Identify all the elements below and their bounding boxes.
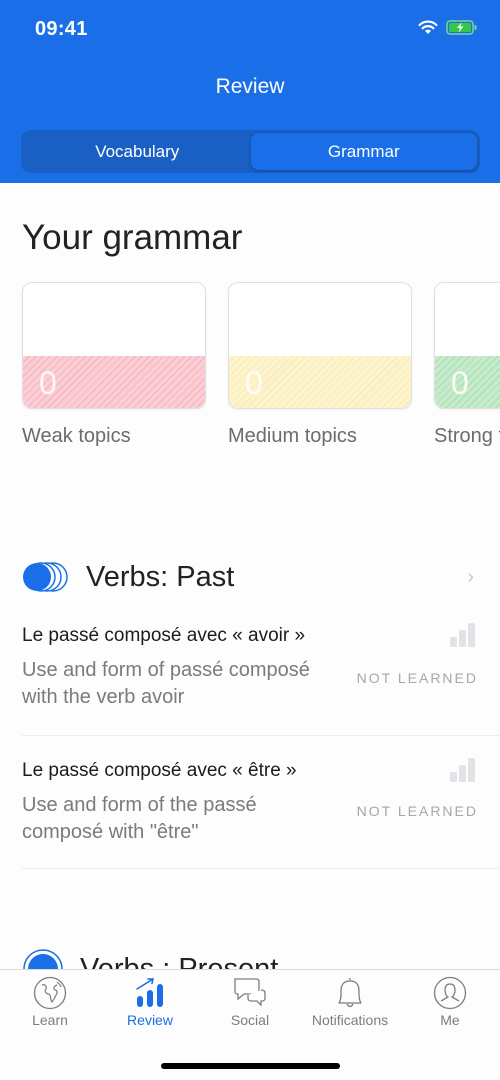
weak-label: Weak topics [22, 425, 131, 447]
strong-card-box: 0 [434, 282, 500, 409]
progress-circles-icon [23, 562, 68, 592]
globe-icon [33, 976, 67, 1010]
status-icons [418, 20, 478, 35]
page-title: Review [215, 75, 285, 98]
strong-label: Strong topics [434, 425, 500, 447]
strength-bars-icon [450, 623, 475, 647]
user-icon [433, 976, 467, 1010]
tab-social[interactable]: Social [200, 976, 300, 1028]
medium-card-box: 0 [228, 282, 412, 409]
lesson-description: Use and form of the passé composé with "… [22, 794, 257, 843]
strength-card-strong[interactable]: 0 Strong topics [434, 282, 500, 448]
status-time: 09:41 [35, 18, 88, 40]
strength-cards: 0 Weak topics 0 Medium topics 0 Strong t… [22, 282, 500, 448]
home-indicator [161, 1063, 340, 1069]
tab-label: Notifications [311, 1012, 389, 1028]
tab-me[interactable]: Me [400, 976, 500, 1028]
header: 09:41 Review Vocabulary Grammar [0, 0, 500, 183]
topic-name: Verbs: Past [86, 560, 235, 593]
lesson-description: Use and form of passé composé with the v… [22, 659, 310, 708]
status-badge: NOT LEARNED [356, 803, 478, 819]
tab-label: Social [230, 1012, 270, 1028]
divider [22, 868, 500, 869]
battery-charging-icon [446, 20, 477, 35]
tab-review[interactable]: Review [100, 976, 200, 1028]
tab-notifications[interactable]: Notifications [300, 976, 400, 1028]
strength-card-weak[interactable]: 0 Weak topics [22, 282, 206, 448]
lesson-item[interactable]: Le passé composé avec « être » Use and f… [22, 758, 478, 846]
tab-label: Learn [32, 1012, 68, 1028]
medium-count: 0 [245, 365, 263, 401]
weak-card-box: 0 [22, 282, 206, 409]
lesson-title: Le passé composé avec « avoir » [22, 625, 306, 646]
lesson-item[interactable]: Le passé composé avec « avoir » Use and … [22, 623, 478, 711]
wifi-icon [418, 20, 438, 34]
tab-label: Me [440, 1012, 460, 1028]
chevron-right-icon: › [467, 566, 474, 588]
status-badge: NOT LEARNED [356, 670, 478, 686]
medium-label: Medium topics [228, 425, 357, 447]
weak-count: 0 [39, 365, 57, 401]
strong-count: 0 [451, 365, 469, 401]
chart-up-icon [136, 978, 163, 1007]
lesson-title: Le passé composé avec « être » [22, 760, 297, 781]
tab-learn[interactable]: Learn [0, 976, 100, 1028]
section-title: Your grammar [22, 218, 243, 257]
segment-vocabulary[interactable]: Vocabulary [24, 133, 251, 170]
tab-label: Review [127, 1012, 173, 1028]
chat-bubbles-icon [234, 978, 266, 1007]
segment-grammar[interactable]: Grammar [250, 133, 477, 170]
strength-card-medium[interactable]: 0 Medium topics [228, 282, 412, 448]
strength-bars-icon [450, 758, 475, 782]
review-type-segmented-control: Vocabulary Grammar [21, 130, 480, 173]
bell-icon [338, 978, 362, 1008]
topic-header-verbs-past[interactable]: Verbs: Past › [22, 560, 482, 594]
divider [22, 735, 500, 736]
